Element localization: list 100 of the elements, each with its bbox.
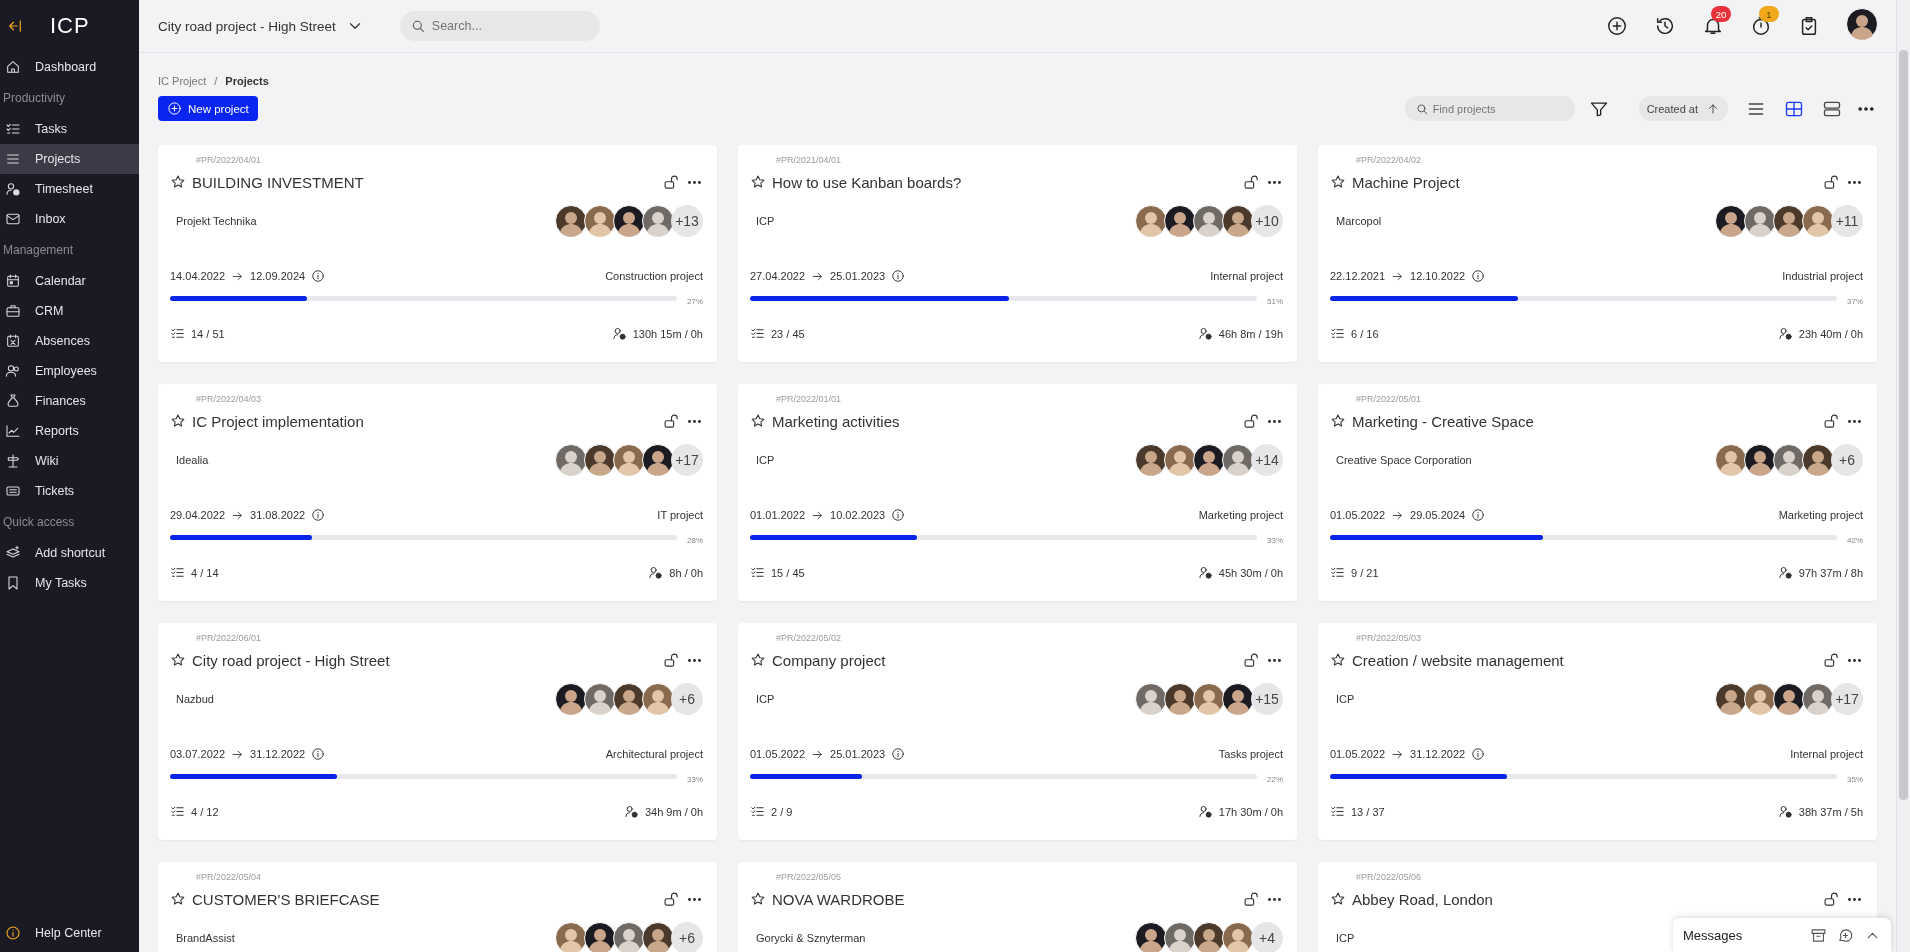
breadcrumb-link[interactable]: IC Project bbox=[158, 75, 207, 87]
sidebar-item[interactable]: Dashboard bbox=[0, 52, 139, 82]
find-projects-field[interactable]: Find projects bbox=[1404, 96, 1575, 121]
sidebar-item[interactable]: Inbox bbox=[0, 204, 139, 234]
unlock-icon[interactable] bbox=[663, 412, 680, 430]
archive-icon[interactable] bbox=[1810, 926, 1827, 944]
sidebar-item[interactable]: Tickets bbox=[0, 476, 139, 506]
star-icon[interactable] bbox=[750, 652, 766, 668]
project-title[interactable]: How to use Kanban boards? bbox=[772, 173, 962, 191]
project-title[interactable]: BUILDING INVESTMENT bbox=[192, 173, 364, 191]
member-count[interactable]: +17 bbox=[1831, 683, 1863, 715]
chat-plus-icon[interactable] bbox=[1837, 926, 1854, 944]
project-title[interactable]: Marketing - Creative Space bbox=[1352, 412, 1534, 430]
info-icon[interactable] bbox=[1471, 747, 1486, 761]
star-icon[interactable] bbox=[1330, 652, 1346, 668]
sidebar-item[interactable]: Timesheet bbox=[0, 174, 139, 204]
sidebar-item[interactable]: Add shortcut bbox=[0, 538, 139, 568]
search-field[interactable]: Search... bbox=[399, 11, 600, 41]
unlock-icon[interactable] bbox=[663, 890, 680, 908]
info-icon[interactable] bbox=[1471, 269, 1486, 283]
avatar-icon bbox=[613, 205, 645, 237]
sidebar-item[interactable]: Reports bbox=[0, 416, 139, 446]
new-project-button[interactable]: New project bbox=[158, 96, 258, 121]
sidebar-item[interactable]: Absences bbox=[0, 326, 139, 356]
info-icon[interactable] bbox=[311, 747, 326, 761]
member-count[interactable]: +17 bbox=[671, 444, 703, 476]
member-count[interactable]: +4 bbox=[1251, 922, 1283, 952]
member-count[interactable]: +13 bbox=[671, 205, 703, 237]
sort-button[interactable]: Created at bbox=[1638, 96, 1728, 121]
unlock-icon[interactable] bbox=[1823, 412, 1840, 430]
arrow-up-icon bbox=[1706, 101, 1720, 116]
star-icon[interactable] bbox=[1330, 891, 1346, 907]
unlock-icon[interactable] bbox=[1823, 173, 1840, 191]
project-type: Marketing project bbox=[1778, 509, 1863, 521]
project-type: Architectural project bbox=[605, 748, 703, 760]
info-icon[interactable] bbox=[1471, 508, 1486, 522]
sidebar-item[interactable]: Tasks bbox=[0, 114, 139, 144]
avatar-icon bbox=[1164, 205, 1196, 237]
avatar-icon bbox=[1802, 205, 1834, 237]
info-icon[interactable] bbox=[891, 747, 906, 761]
member-count[interactable]: +10 bbox=[1251, 205, 1283, 237]
sidebar-item[interactable]: Employees bbox=[0, 356, 139, 386]
star-icon[interactable] bbox=[1330, 174, 1346, 190]
calendar-icon bbox=[5, 273, 21, 289]
sidebar-item[interactable]: Calendar bbox=[0, 266, 139, 296]
collapse-icon[interactable] bbox=[6, 17, 24, 35]
progress-percent: 28% bbox=[686, 536, 703, 545]
add-circle-icon[interactable] bbox=[1606, 15, 1628, 37]
sidebar-item[interactable]: CRM bbox=[0, 296, 139, 326]
project-title[interactable]: IC Project implementation bbox=[192, 412, 364, 430]
unlock-icon[interactable] bbox=[1823, 651, 1840, 669]
star-icon[interactable] bbox=[750, 174, 766, 190]
unlock-icon[interactable] bbox=[663, 651, 680, 669]
sidebar-item[interactable]: Projects bbox=[0, 144, 139, 174]
sidebar-item[interactable]: My Tasks bbox=[0, 568, 139, 598]
star-icon[interactable] bbox=[170, 174, 186, 190]
member-count[interactable]: +14 bbox=[1251, 444, 1283, 476]
project-title[interactable]: Creation / website management bbox=[1352, 651, 1564, 669]
star-icon[interactable] bbox=[750, 413, 766, 429]
project-selector[interactable]: City road project - High Street bbox=[158, 17, 374, 35]
help-center-link[interactable]: Help Center bbox=[0, 918, 139, 948]
avatar-icon[interactable] bbox=[1846, 8, 1878, 40]
logo[interactable]: ICP bbox=[50, 13, 90, 39]
scrollbar[interactable] bbox=[1896, 0, 1910, 952]
project-title[interactable]: Company project bbox=[772, 651, 886, 669]
project-title[interactable]: Marketing activities bbox=[772, 412, 900, 430]
project-title[interactable]: Machine Project bbox=[1352, 173, 1460, 191]
sidebar-item[interactable]: Wiki bbox=[0, 446, 139, 476]
task-count: 15 / 45 bbox=[771, 566, 805, 579]
unlock-icon[interactable] bbox=[1243, 651, 1260, 669]
star-icon[interactable] bbox=[170, 413, 186, 429]
project-title[interactable]: NOVA WARDROBE bbox=[772, 890, 905, 908]
info-icon[interactable] bbox=[891, 508, 906, 522]
info-icon[interactable] bbox=[311, 269, 326, 283]
star-icon[interactable] bbox=[170, 652, 186, 668]
star-icon[interactable] bbox=[1330, 413, 1346, 429]
unlock-icon[interactable] bbox=[1823, 890, 1840, 908]
project-type: Marketing project bbox=[1198, 509, 1283, 521]
sidebar-item[interactable]: Finances bbox=[0, 386, 139, 416]
signpost-icon bbox=[5, 453, 21, 469]
member-count[interactable]: +6 bbox=[1831, 444, 1863, 476]
project-title[interactable]: Abbey Road, London bbox=[1352, 890, 1493, 908]
unlock-icon[interactable] bbox=[1243, 173, 1260, 191]
avatar-icon bbox=[642, 683, 674, 715]
project-title[interactable]: CUSTOMER'S BRIEFCASE bbox=[192, 890, 380, 908]
unlock-icon[interactable] bbox=[663, 173, 680, 191]
history-icon[interactable] bbox=[1654, 15, 1676, 37]
member-count[interactable]: +15 bbox=[1251, 683, 1283, 715]
star-icon[interactable] bbox=[750, 891, 766, 907]
unlock-icon[interactable] bbox=[1243, 890, 1260, 908]
info-icon[interactable] bbox=[891, 269, 906, 283]
progress-percent: 42% bbox=[1846, 536, 1863, 545]
info-icon[interactable] bbox=[311, 508, 326, 522]
messages-title[interactable]: Messages bbox=[1683, 927, 1743, 943]
member-count[interactable]: +11 bbox=[1831, 205, 1863, 237]
unlock-icon[interactable] bbox=[1243, 412, 1260, 430]
member-count[interactable]: +6 bbox=[671, 922, 703, 952]
star-icon[interactable] bbox=[170, 891, 186, 907]
member-count[interactable]: +6 bbox=[671, 683, 703, 715]
project-title[interactable]: City road project - High Street bbox=[192, 651, 390, 669]
